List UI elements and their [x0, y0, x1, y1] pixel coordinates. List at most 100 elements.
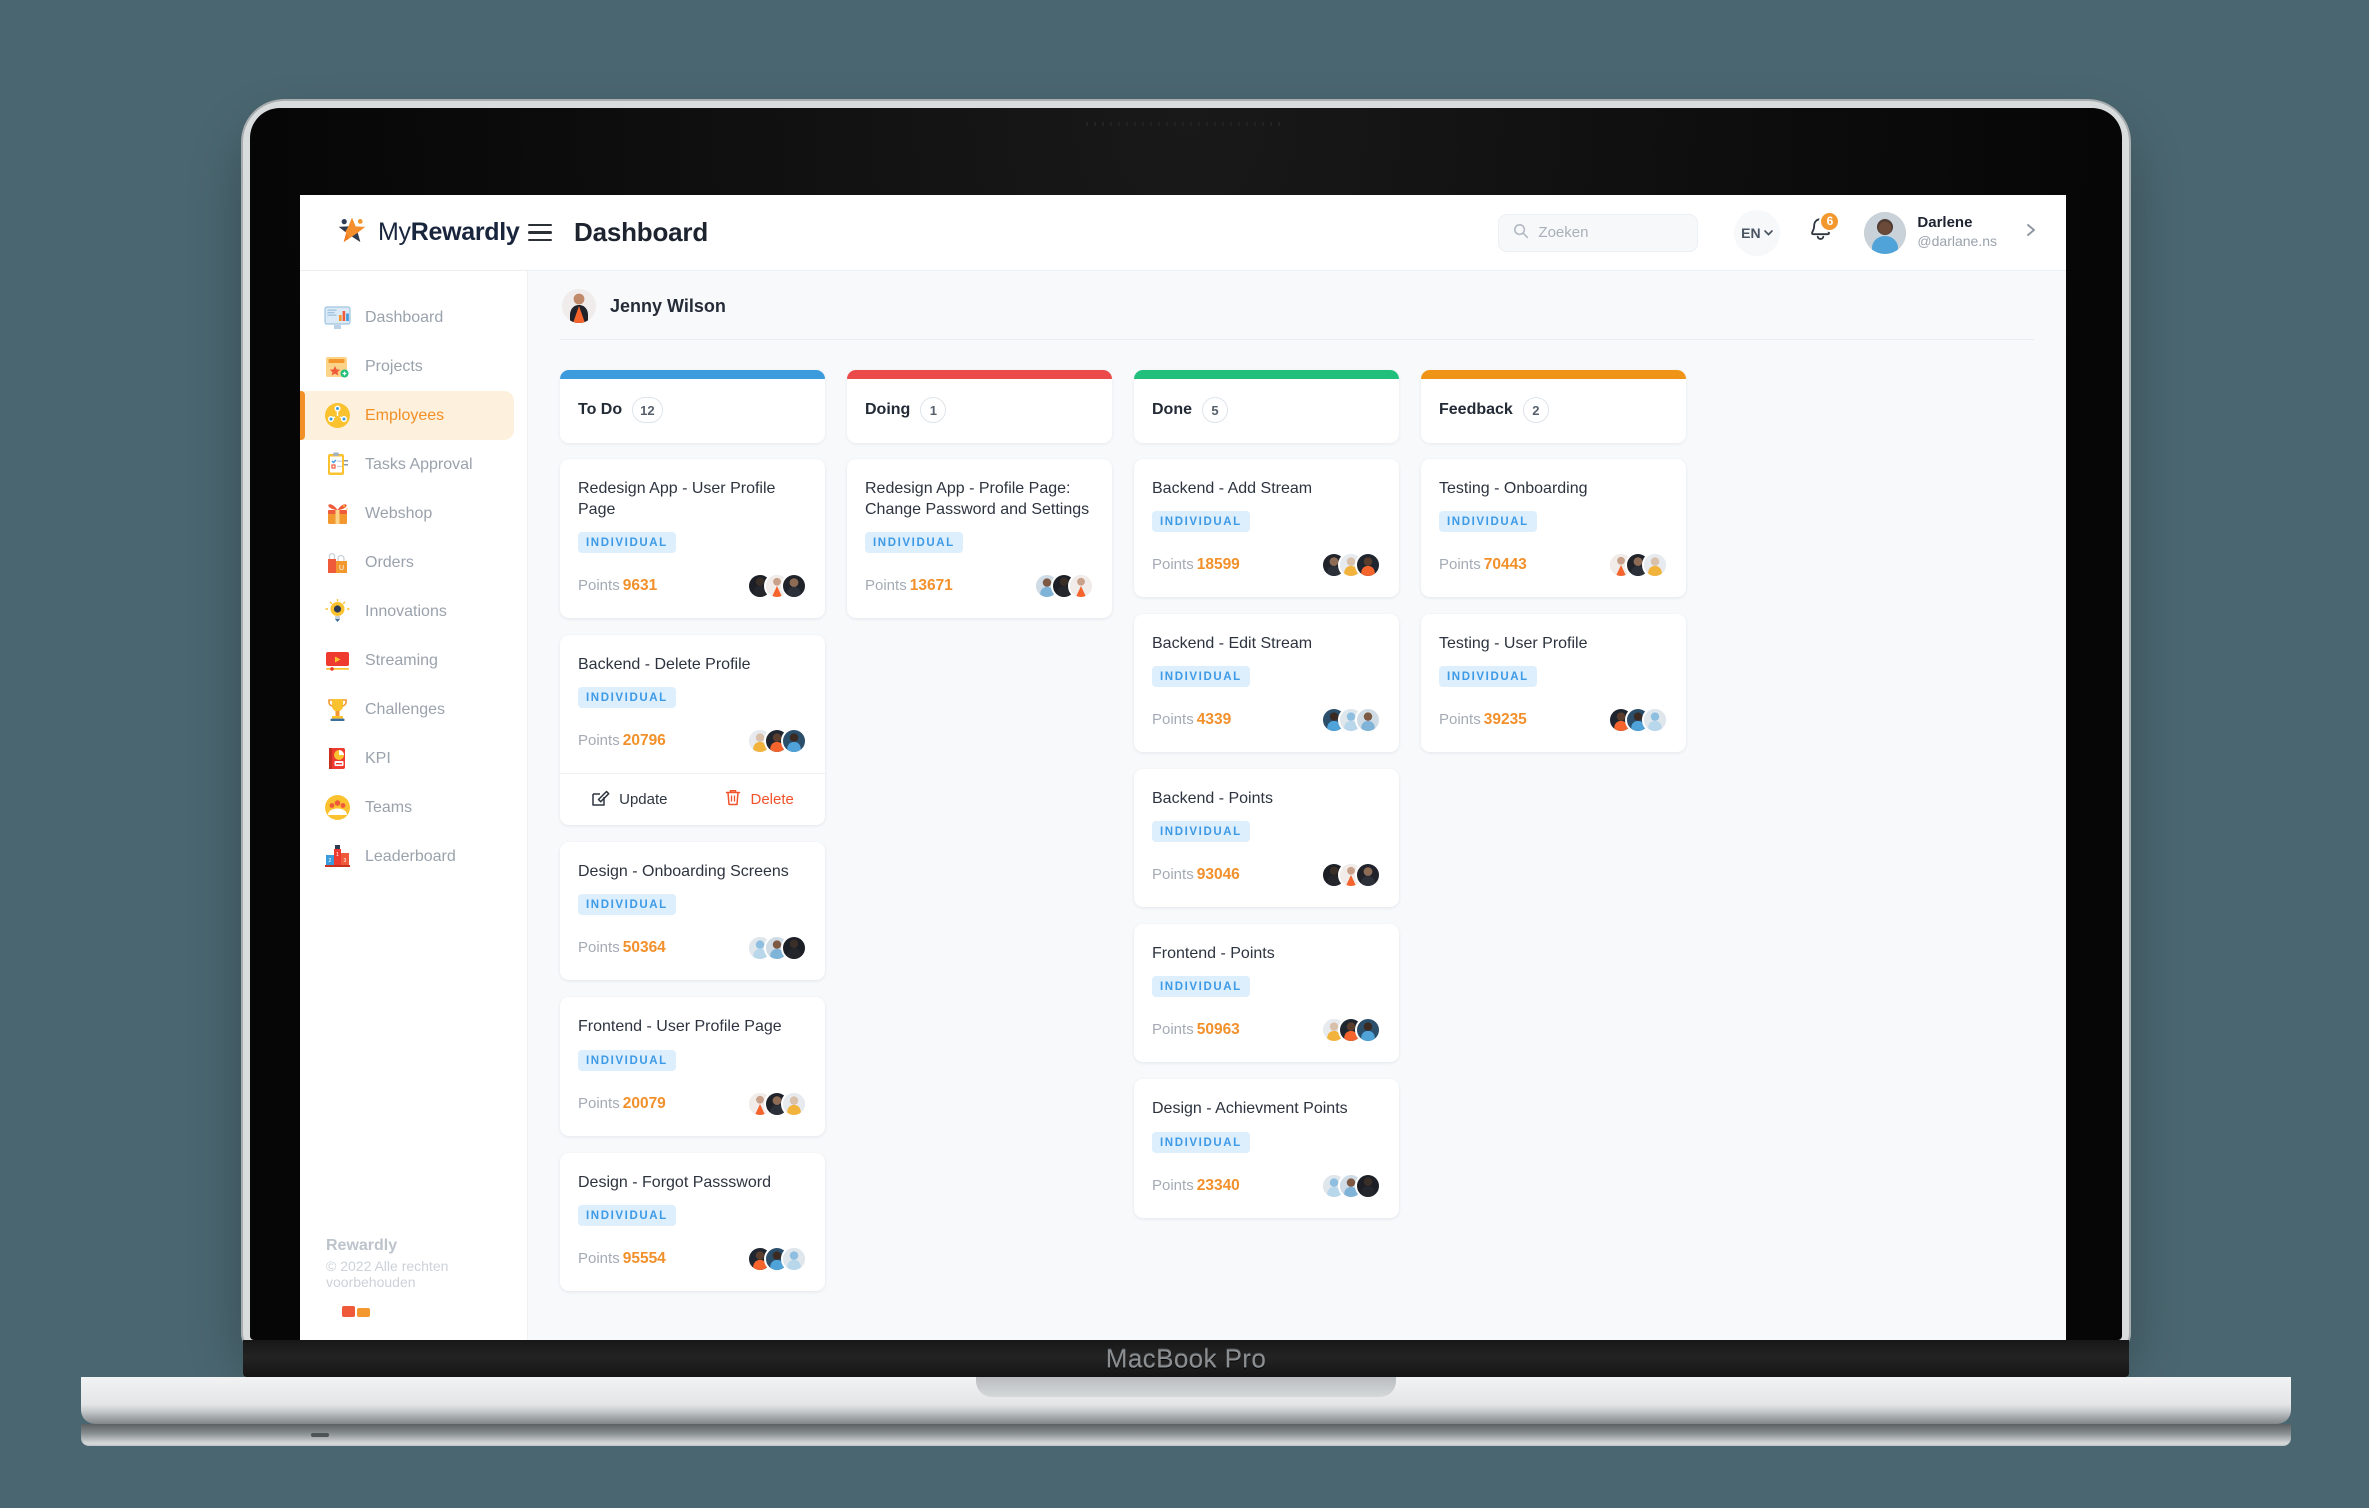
avatar — [781, 728, 807, 755]
points-label: Points — [1152, 866, 1194, 884]
column-label-row: To Do 12 — [560, 379, 825, 443]
task-type-tag: INDIVIDUAL — [1152, 976, 1250, 998]
delete-button[interactable]: Delete — [724, 788, 794, 811]
task-card[interactable]: Frontend - Points INDIVIDUAL Points 50963 — [1134, 924, 1399, 1063]
avatar — [1642, 707, 1668, 734]
sidebar-nav: Dashboard Projects Employees Tasks Approval… — [300, 271, 527, 881]
task-points: Points 50963 — [1152, 1021, 1240, 1039]
app-body: Dashboard Projects Employees Tasks Approval… — [300, 271, 2066, 1340]
task-title: Design - Forgot Passsword — [578, 1173, 771, 1191]
task-points: Points 13671 — [865, 577, 953, 595]
update-button[interactable]: Update — [591, 788, 668, 811]
task-title: Redesign App - User Profile Page — [578, 480, 776, 519]
task-type-tag: INDIVIDUAL — [578, 894, 676, 916]
points-value: 23340 — [1196, 1176, 1240, 1194]
assignee-avatar-stack — [747, 573, 807, 600]
points-label: Points — [1152, 711, 1194, 729]
task-points: Points 20796 — [578, 732, 666, 750]
task-card[interactable]: Frontend - User Profile Page INDIVIDUAL Po… — [560, 997, 825, 1136]
points-value: 9631 — [622, 577, 658, 595]
task-card[interactable]: Redesign App - Profile Page: Change Pass… — [847, 459, 1112, 619]
search-icon — [1513, 223, 1529, 243]
sidebar-item-dashboard[interactable]: Dashboard — [300, 293, 514, 342]
task-points: Points 70443 — [1439, 556, 1527, 574]
task-card[interactable]: Backend - Points INDIVIDUAL Points 93046 — [1134, 769, 1399, 908]
points-value: 18599 — [1196, 556, 1240, 574]
task-card[interactable]: Design - Achievment Points INDIVIDUAL Poin… — [1134, 1079, 1399, 1218]
task-card-footer: Points 9631 — [578, 553, 807, 618]
hamburger-menu-icon[interactable] — [528, 223, 552, 242]
task-title: Design - Achievment Points — [1152, 1100, 1348, 1118]
sidebar-item-orders[interactable]: U Orders — [300, 538, 514, 587]
task-title: Testing - User Profile — [1439, 635, 1588, 653]
sidebar-item-leaderboard[interactable]: 1 2 3 Leaderboard — [300, 832, 514, 881]
sidebar-item-label: Tasks Approval — [365, 455, 473, 473]
task-card[interactable]: Design - Forgot Passsword INDIVIDUAL Point… — [560, 1152, 825, 1291]
task-type-tag: INDIVIDUAL — [578, 1204, 676, 1226]
sidebar-footer-cut-icon — [326, 1304, 527, 1322]
task-points: Points 23340 — [1152, 1177, 1240, 1195]
task-card[interactable]: Backend - Add Stream INDIVIDUAL Points 1859… — [1134, 459, 1399, 598]
sidebar-item-challenges[interactable]: Challenges — [300, 685, 514, 734]
column-count-badge: 12 — [632, 397, 663, 423]
people-network-icon — [324, 402, 351, 429]
column-label-row: Doing 1 — [847, 379, 1112, 443]
sidebar-footer: Rewardly © 2022 Alle rechten voorbehoude… — [300, 1237, 527, 1340]
task-type-tag: INDIVIDUAL — [865, 532, 963, 554]
task-card[interactable]: Design - Onboarding Screens INDIVIDUAL Poi… — [560, 842, 825, 981]
sidebar-item-label: Employees — [365, 406, 445, 424]
sidebar-item-innovations[interactable]: Innovations — [300, 587, 514, 636]
chevron-right-icon[interactable] — [2024, 220, 2038, 246]
app-topbar: MyRewardly Dashboard Zoeken EN 6 Darlene… — [300, 195, 2066, 271]
brand-logo[interactable]: MyRewardly — [300, 215, 528, 250]
search-input[interactable]: Zoeken — [1498, 213, 1699, 252]
sidebar-item-teams[interactable]: Teams — [300, 783, 514, 832]
svg-text:1: 1 — [336, 852, 339, 858]
task-card[interactable]: Backend - Delete Profile INDIVIDUAL Points… — [560, 635, 825, 826]
sidebar-item-kpi[interactable]: KPI — [300, 734, 514, 783]
task-title: Backend - Edit Stream — [1152, 635, 1313, 653]
column-count-badge: 1 — [920, 397, 947, 423]
task-card[interactable]: Redesign App - User Profile Page INDIVIDU… — [560, 459, 825, 619]
notifications-button[interactable]: 6 — [1802, 210, 1841, 253]
task-type-tag: INDIVIDUAL — [1152, 821, 1250, 843]
sidebar-item-employees[interactable]: Employees — [300, 391, 514, 440]
task-card[interactable]: Backend - Edit Stream INDIVIDUAL Points 433… — [1134, 614, 1399, 753]
task-card-footer: Points 23340 — [1152, 1153, 1381, 1218]
task-title: Design - Onboarding Screens — [578, 863, 789, 881]
language-selector[interactable]: EN — [1734, 209, 1781, 256]
task-card[interactable]: Testing - Onboarding INDIVIDUAL Points 7044… — [1421, 459, 1686, 598]
sidebar-item-projects[interactable]: Projects — [300, 342, 514, 391]
sidebar: Dashboard Projects Employees Tasks Approval… — [300, 271, 528, 1340]
task-card[interactable]: Testing - User Profile INDIVIDUAL Points 39… — [1421, 614, 1686, 753]
column-accent-bar — [560, 370, 825, 379]
laptop-mockup: MyRewardly Dashboard Zoeken EN 6 Darlene… — [81, 108, 2291, 1446]
column-accent-bar — [1134, 370, 1399, 379]
shopping-bags-icon: U — [324, 549, 351, 576]
speaker-grill — [1086, 122, 1286, 126]
edit-pencil-icon — [591, 788, 610, 811]
task-title: Frontend - User Profile Page — [578, 1018, 782, 1036]
task-card-footer: Points 13671 — [865, 553, 1094, 618]
task-card-footer: Points 50963 — [1152, 997, 1381, 1062]
video-player-icon — [324, 647, 351, 674]
avatar — [562, 289, 596, 323]
sidebar-item-label: Teams — [365, 798, 413, 816]
task-type-tag: INDIVIDUAL — [1152, 511, 1250, 533]
column-label-row: Done 5 — [1134, 379, 1399, 443]
topbar-right-group: Zoeken EN 6 Darlene @darlane.ns — [1498, 209, 2066, 256]
task-card-footer: Points 20079 — [578, 1071, 807, 1136]
sidebar-item-tasks-approval[interactable]: Tasks Approval — [300, 440, 514, 489]
avatar — [1355, 862, 1381, 889]
avatar — [781, 1245, 807, 1272]
sidebar-item-streaming[interactable]: Streaming — [300, 636, 514, 685]
task-points: Points 9631 — [578, 577, 657, 595]
sidebar-item-webshop[interactable]: Webshop — [300, 489, 514, 538]
avatar — [1355, 707, 1381, 734]
assignee-avatar-stack — [1321, 552, 1381, 579]
column-title: Done — [1152, 401, 1192, 418]
user-menu[interactable]: Darlene @darlane.ns — [1864, 211, 2038, 254]
task-points: Points 4339 — [1152, 711, 1231, 729]
task-points: Points 20079 — [578, 1095, 666, 1113]
avatar — [1068, 573, 1094, 600]
